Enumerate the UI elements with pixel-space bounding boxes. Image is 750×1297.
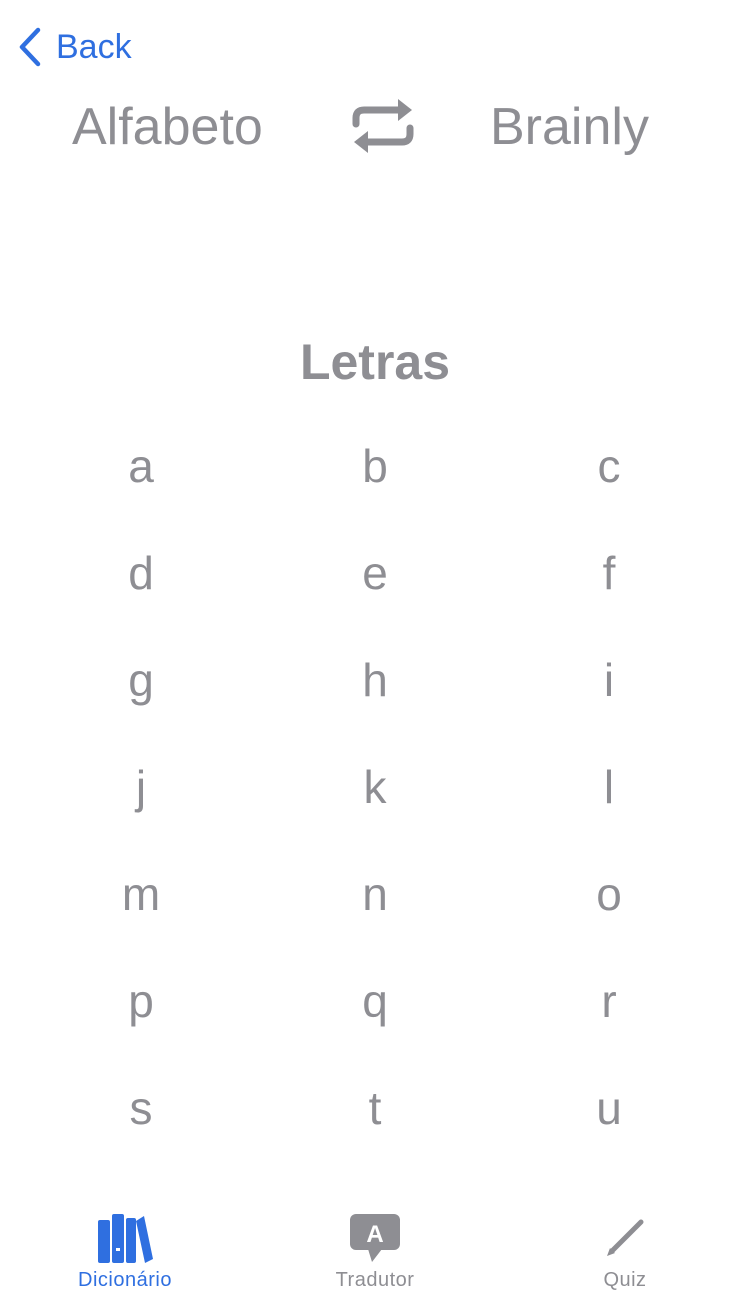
letter-i[interactable]: i bbox=[492, 626, 726, 733]
books-icon bbox=[0, 1210, 250, 1266]
swap-arrows-icon bbox=[348, 99, 418, 158]
section-title: Letras bbox=[299, 334, 451, 390]
tab-dicionario[interactable]: Dicionário bbox=[0, 1196, 250, 1297]
tab-label-tradutor: Tradutor bbox=[335, 1269, 415, 1291]
letter-p[interactable]: p bbox=[24, 947, 258, 1054]
tab-quiz[interactable]: Quiz bbox=[500, 1196, 750, 1297]
letter-k[interactable]: k bbox=[258, 733, 492, 840]
letter-l[interactable]: l bbox=[492, 733, 726, 840]
letter-t[interactable]: t bbox=[258, 1054, 492, 1161]
back-button[interactable]: Back bbox=[18, 26, 132, 68]
letter-u[interactable]: u bbox=[492, 1054, 726, 1161]
letter-r[interactable]: r bbox=[492, 947, 726, 1054]
letter-e[interactable]: e bbox=[258, 519, 492, 626]
tab-tradutor[interactable]: A Tradutor bbox=[250, 1196, 500, 1297]
target-language[interactable]: Brainly bbox=[490, 92, 649, 162]
letter-o[interactable]: o bbox=[492, 840, 726, 947]
letter-d[interactable]: d bbox=[24, 519, 258, 626]
language-selector: Alfabeto Brainly bbox=[0, 92, 750, 162]
letter-j[interactable]: j bbox=[24, 733, 258, 840]
tab-label-dicionario: Dicionário bbox=[78, 1269, 172, 1291]
letter-s[interactable]: s bbox=[24, 1054, 258, 1161]
letter-g[interactable]: g bbox=[24, 626, 258, 733]
back-label: Back bbox=[56, 28, 132, 66]
letter-c[interactable]: c bbox=[492, 412, 726, 519]
translate-bubble-icon: A bbox=[250, 1210, 500, 1266]
tab-bar: Dicionário A Tradutor Quiz bbox=[0, 1196, 750, 1297]
swap-languages-button[interactable] bbox=[348, 98, 418, 154]
source-language[interactable]: Alfabeto bbox=[72, 92, 263, 162]
tab-label-quiz: Quiz bbox=[603, 1269, 647, 1291]
letter-m[interactable]: m bbox=[24, 840, 258, 947]
letter-grid: a b c d e f g h i j k l m n o p q r s t … bbox=[24, 412, 726, 1161]
letter-a[interactable]: a bbox=[24, 412, 258, 519]
letter-b[interactable]: b bbox=[258, 412, 492, 519]
letter-f[interactable]: f bbox=[492, 519, 726, 626]
svg-text:A: A bbox=[366, 1221, 383, 1248]
letter-h[interactable]: h bbox=[258, 626, 492, 733]
letter-n[interactable]: n bbox=[258, 840, 492, 947]
pencil-icon bbox=[500, 1210, 750, 1266]
letter-q[interactable]: q bbox=[258, 947, 492, 1054]
chevron-left-icon bbox=[18, 27, 42, 67]
